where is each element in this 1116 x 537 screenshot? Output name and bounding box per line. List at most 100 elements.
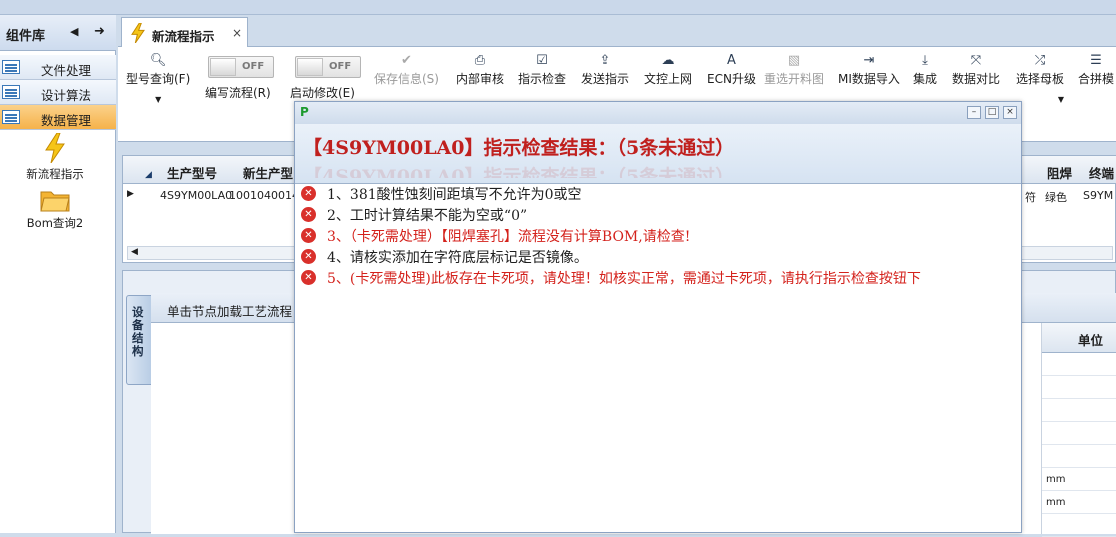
shortcut-bom-query[interactable]: Bom查询2 [10, 188, 100, 231]
app-logo-icon: P [300, 105, 309, 119]
flow-hint-label: 单击节点加载工艺流程 [167, 304, 293, 319]
cell-terminal: S9YM [1083, 189, 1114, 202]
lightning-icon [131, 23, 145, 43]
merge-panel-button[interactable]: ☰ 合拼模 [1078, 52, 1114, 87]
button-label: 重选开料图 [764, 72, 825, 86]
row-pointer-icon: ▶ [127, 189, 134, 199]
enable-edit-toggle[interactable]: OFF [295, 56, 361, 78]
error-icon: ✕ [301, 249, 316, 264]
unit-cell [1042, 353, 1116, 376]
panel-title: 组件库 [6, 29, 46, 44]
col-header-terminal[interactable]: 终端 [1089, 163, 1114, 182]
vertical-tab-label: 设备结构 [132, 305, 144, 358]
write-flow-toggle[interactable]: OFF [208, 56, 274, 78]
button-label: 发送指示 [581, 72, 630, 86]
dialog-title: 【4S9YM00LA0】指示检查结果：（5条未通过） [303, 137, 735, 159]
nav-item-file-processing[interactable]: 文件处理 [0, 55, 116, 80]
button-label: 型号查询(F) [126, 72, 191, 86]
pin-icon[interactable]: ➜ [94, 24, 105, 39]
button-label: 内部审核 [456, 72, 505, 86]
top-strip [0, 0, 1116, 15]
select-mother-board-button[interactable]: ⤮ 选择母板 ▼ [1016, 52, 1064, 104]
button-label: 数据对比 [952, 72, 1001, 86]
print-icon: ⎙ [474, 53, 486, 68]
unit-cell [1042, 376, 1116, 399]
dialog-titlebar[interactable]: P – □ × [295, 102, 1021, 124]
nav-item-label: 文件处理 [40, 63, 91, 78]
cloud-upload-icon: ☁ [661, 53, 675, 68]
col-header-solder-mask[interactable]: 阻焊 [1047, 163, 1072, 182]
toggle-knob [210, 58, 236, 76]
dropdown-arrow-icon[interactable]: ▼ [1016, 95, 1064, 104]
cell-solder-mask: 绿色 [1045, 191, 1067, 204]
col-header-model[interactable]: 生产型号 [167, 163, 217, 182]
nav-item-label: 设计算法 [40, 88, 91, 103]
shuffle-icon: ⤮ [1034, 53, 1046, 68]
unit-grid: 单位 mm mm [1041, 323, 1116, 537]
error-icon: ✕ [301, 270, 316, 285]
close-icon[interactable]: × [232, 26, 242, 40]
panel-header: 组件库 ◀ ➜ [0, 15, 116, 51]
mi-data-import-button[interactable]: ⇥ MI数据导入 [838, 52, 900, 87]
download-icon: ⤓ [922, 53, 928, 68]
nav-item-data-management[interactable]: 数据管理 [0, 105, 116, 130]
internal-review-button[interactable]: ⎙ 内部审核 [456, 52, 504, 87]
shortcut-label: 新流程指示 [26, 167, 84, 181]
unit-cell [1042, 399, 1116, 422]
button-label: 合拼模 [1078, 72, 1115, 86]
toggle-state: OFF [242, 61, 265, 72]
compare-icon: ⤧ [970, 53, 982, 68]
button-label: 选择母板 [1016, 72, 1065, 86]
unit-cell [1042, 514, 1116, 537]
button-label: MI数据导入 [838, 72, 900, 86]
message-text: 2、工时计算结果不能为空或“0” [327, 208, 528, 224]
col-header-unit[interactable]: 单位 [1078, 330, 1103, 349]
data-compare-button[interactable]: ⤧ 数据对比 [952, 52, 1000, 87]
cell-partial: 符 [1025, 191, 1036, 204]
button-label: 文控上网 [644, 72, 693, 86]
ecn-upgrade-button[interactable]: A ECN升级 [707, 52, 756, 87]
model-query-button[interactable]: 🔍︎ 型号查询(F) ▼ [126, 52, 190, 104]
save-info-button[interactable]: ✔ 保存信息(S) [374, 52, 439, 87]
maximize-icon[interactable]: □ [985, 106, 999, 119]
message-text: 4、请核实添加在字符底层标记是否镜像。 [327, 250, 588, 266]
message-text: 3、（卡死需处理）【阻焊塞孔】流程没有计算BOM,请检查! [327, 229, 691, 245]
button-label: 指示检查 [518, 72, 567, 86]
list-window-icon [2, 60, 20, 74]
scroll-left-icon[interactable]: ◀ [131, 247, 138, 257]
dropdown-arrow-icon[interactable]: ▼ [126, 95, 190, 104]
unit-cell [1042, 422, 1116, 445]
unit-cell [1042, 445, 1116, 468]
enable-edit-label: 启动修改(E) [290, 86, 355, 100]
tab-strip: 新流程指示 × [118, 15, 1116, 48]
send-instruction-button[interactable]: ⇪ 发送指示 [581, 52, 629, 87]
toggle-knob [297, 58, 323, 76]
shortcut-new-flow[interactable]: 新流程指示 [10, 132, 100, 182]
button-label: 保存信息(S) [374, 72, 439, 86]
tab-label: 新流程指示 [152, 29, 215, 44]
collapse-arrow-icon[interactable]: ◀ [70, 25, 78, 38]
message-text: 5、(卡死需处理)此板存在卡死项，请处理！如核实正常，需通过卡死项，请执行指示检… [327, 271, 921, 287]
tab-equipment-structure[interactable]: 设备结构 [126, 295, 152, 385]
toggle-state: OFF [329, 61, 352, 72]
doc-control-online-button[interactable]: ☁ 文控上网 [644, 52, 692, 87]
instruction-check-button[interactable]: ☑ 指示检查 [518, 52, 566, 87]
check-box-icon: ☑ [536, 53, 548, 68]
tab-new-flow[interactable]: 新流程指示 × [121, 17, 248, 48]
folder-icon [40, 191, 70, 212]
image-icon: ▧ [787, 53, 801, 68]
message-text: 1、381酸性蚀刻间距填写不允许为0或空 [327, 187, 582, 203]
error-icon: ✕ [301, 228, 316, 243]
col-header-new-model[interactable]: 新生产型 [243, 163, 293, 182]
integrate-button[interactable]: ⤓ 集成 [913, 52, 937, 87]
message-list: ✕ 1、381酸性蚀刻间距填写不允许为0或空 ✕ 2、工时计算结果不能为空或“0… [297, 184, 1019, 532]
lightning-icon [45, 132, 65, 164]
check-result-dialog: P – □ × 【4S9YM00LA0】指示检查结果：（5条未通过） 【4S9Y… [294, 101, 1022, 533]
unit-header: 单位 [1042, 323, 1116, 353]
error-icon: ✕ [301, 186, 316, 201]
minimize-icon[interactable]: – [967, 106, 981, 119]
nav-item-design-algorithm[interactable]: 设计算法 [0, 80, 116, 105]
close-icon[interactable]: × [1003, 106, 1017, 119]
error-icon: ✕ [301, 207, 316, 222]
reselect-cut-drawing-button[interactable]: ▧ 重选开料图 [764, 52, 824, 87]
